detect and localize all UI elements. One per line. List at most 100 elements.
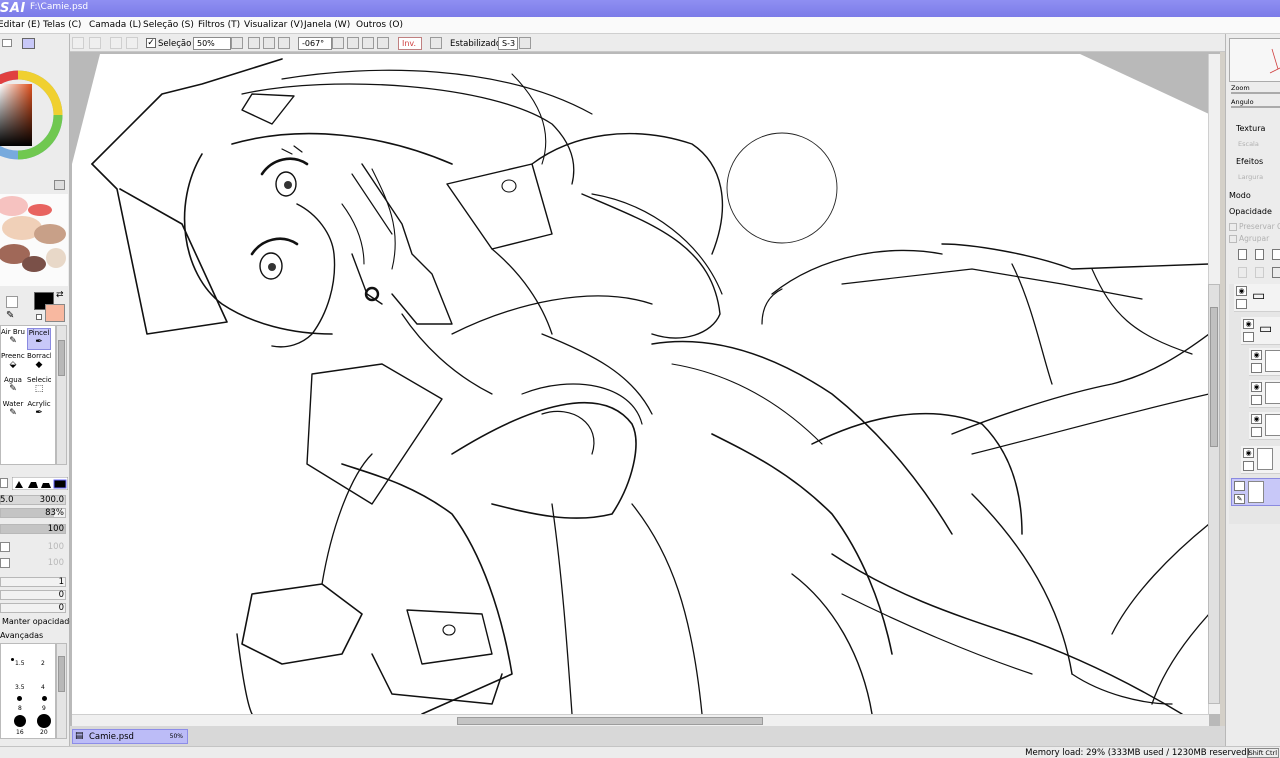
zoom-in-button[interactable] [263, 37, 275, 49]
rotate-left-button[interactable] [347, 37, 359, 49]
color-scratchpad[interactable] [0, 194, 68, 286]
undo-button[interactable] [72, 37, 84, 49]
selection-checkbox[interactable]: ✓ [146, 38, 156, 48]
layer-folder-1[interactable]: ◉ ▭ [1234, 284, 1280, 312]
dilution-row[interactable]: 0 [0, 590, 68, 601]
layer-lock-box[interactable] [1251, 427, 1262, 437]
layer-lock-box[interactable] [1243, 332, 1254, 342]
nav-angle-slider[interactable] [1231, 106, 1280, 108]
menu-selection[interactable]: Seleção (S) [143, 20, 194, 30]
preset-dot-9[interactable] [42, 696, 47, 701]
zoom-field[interactable]: 50% [193, 37, 231, 50]
navigator-preview[interactable] [1229, 38, 1280, 82]
preset-dot-8[interactable] [17, 696, 22, 701]
deselect-button[interactable] [110, 37, 122, 49]
preset-dot-16[interactable] [14, 715, 26, 727]
color-wheel-mode-icon[interactable] [2, 39, 12, 47]
merge-layer-icon[interactable] [1255, 267, 1264, 278]
layer-lock-box[interactable] [1251, 363, 1262, 373]
menu-canvas[interactable]: Telas (C) [43, 20, 81, 30]
visibility-eye-icon[interactable]: ◉ [1251, 350, 1262, 360]
layer-lock-box[interactable] [1236, 299, 1247, 309]
invert-selection-button[interactable] [126, 37, 138, 49]
rotate-right-button[interactable] [362, 37, 374, 49]
rotate-reset-button[interactable] [377, 37, 389, 49]
layer-folder-2[interactable]: ◉ ▭ [1241, 317, 1280, 345]
layer-lock-box[interactable] [1243, 461, 1254, 471]
min-size-row[interactable]: 83% [0, 508, 68, 519]
tool-list-scrollbar[interactable] [56, 325, 67, 465]
tool-pen[interactable]: Pincel ✒ [27, 328, 51, 350]
visibility-eye-icon[interactable]: ◉ [1236, 286, 1247, 296]
canvas-horizontal-scrollbar[interactable] [72, 714, 1209, 726]
new-layer-icon[interactable] [1238, 249, 1247, 260]
brush-size-row[interactable]: 5.0 300.0 [0, 495, 68, 506]
zoom-dropdown-button[interactable] [231, 37, 243, 49]
pen-layer-icon[interactable]: ✎ [1234, 494, 1245, 504]
density-row[interactable]: 100 [0, 524, 68, 535]
tool-acrylic[interactable]: Acrylic ✒ [27, 400, 51, 422]
visibility-eye-icon[interactable]: ◉ [1251, 382, 1262, 392]
keep-opacity-label[interactable]: Manter opacidade [2, 617, 74, 626]
zoom-reset-button[interactable] [278, 37, 290, 49]
persistence-row[interactable]: 0 [0, 603, 68, 614]
tool-selector[interactable]: Selecior⬚ [27, 376, 51, 398]
tool-water[interactable]: Água ✎ [1, 376, 25, 398]
rotation-field[interactable]: -067° [298, 37, 332, 50]
invert-view-button[interactable]: Inv. [398, 37, 422, 50]
brush-shape-selector[interactable] [12, 477, 68, 490]
delete-layer-icon[interactable] [1272, 267, 1280, 278]
stabilizer-field[interactable]: S-3 [498, 37, 518, 50]
visibility-eye-icon[interactable]: ◉ [1251, 414, 1262, 424]
layer-row-3[interactable]: ◉ [1249, 412, 1280, 440]
preset-scrollbar[interactable] [56, 643, 67, 739]
flip-view-button[interactable] [430, 37, 442, 49]
layer-lock-box[interactable] [1234, 481, 1245, 491]
brush-edge-box[interactable] [0, 478, 8, 488]
zoom-out-button[interactable] [248, 37, 260, 49]
menu-window[interactable]: Janela (W) [304, 20, 350, 30]
menu-filters[interactable]: Filtros (T) [198, 20, 240, 30]
nav-zoom-slider[interactable] [1231, 92, 1280, 94]
advanced-settings-label[interactable]: Avançadas [0, 631, 43, 640]
transparent-color-swatch[interactable] [6, 296, 18, 308]
color-mode-icon[interactable] [22, 38, 35, 49]
swatch-settings-icon[interactable] [54, 180, 65, 190]
tool-eraser[interactable]: Borrach◆ [27, 352, 51, 374]
eyedropper-icon[interactable]: ✎ [6, 310, 14, 321]
tool-bucket[interactable]: Preench⬙ [1, 352, 25, 374]
texture-strength-row[interactable]: 100 [0, 542, 68, 553]
visibility-eye-icon[interactable]: ◉ [1243, 319, 1254, 329]
blending-row[interactable]: 1 [0, 577, 68, 588]
drawing-canvas[interactable] [72, 54, 1209, 714]
visibility-eye-icon[interactable]: ◉ [1243, 448, 1254, 458]
preset-dot-1[interactable] [11, 658, 14, 661]
menu-others[interactable]: Outros (O) [356, 20, 403, 30]
layer-row-2[interactable]: ◉ [1249, 380, 1280, 408]
new-folder-icon[interactable] [1272, 249, 1280, 260]
layer-row-1[interactable]: ◉ [1249, 348, 1280, 376]
layer-row-selected[interactable]: ✎ [1231, 478, 1280, 506]
reset-colors-icon[interactable] [36, 314, 42, 320]
preset-dot-20[interactable] [37, 714, 51, 728]
redo-button[interactable] [89, 37, 101, 49]
blend-strength-row[interactable]: 100 [0, 558, 68, 569]
tab-camie-psd[interactable]: ▤ Camie.psd 50% [72, 729, 188, 744]
tool-airbrush[interactable]: Air Brus✎ [1, 328, 25, 350]
horizontal-scroll-thumb[interactable] [457, 717, 763, 725]
menu-layer[interactable]: Camada (L) [89, 20, 141, 30]
rotation-dropdown-button[interactable] [332, 37, 344, 49]
stabilizer-dropdown-button[interactable] [519, 37, 531, 49]
swap-colors-icon[interactable]: ⇄ [56, 290, 64, 300]
new-linework-layer-icon[interactable] [1255, 249, 1264, 260]
tool-watercolor[interactable]: Water ✎ [1, 400, 25, 422]
copy-layer-icon[interactable] [1238, 267, 1247, 278]
menu-view[interactable]: Visualizar (V) [244, 20, 303, 30]
secondary-color-swatch[interactable] [45, 304, 65, 322]
layers-scrollbar[interactable] [1208, 284, 1220, 704]
layer-lock-box[interactable] [1251, 395, 1262, 405]
menu-edit[interactable]: Editar (E) [0, 20, 40, 30]
clipping-group-checkbox[interactable] [1229, 235, 1237, 243]
layer-row-4[interactable]: ◉ [1241, 446, 1280, 474]
preserve-opacity-checkbox[interactable] [1229, 223, 1237, 231]
